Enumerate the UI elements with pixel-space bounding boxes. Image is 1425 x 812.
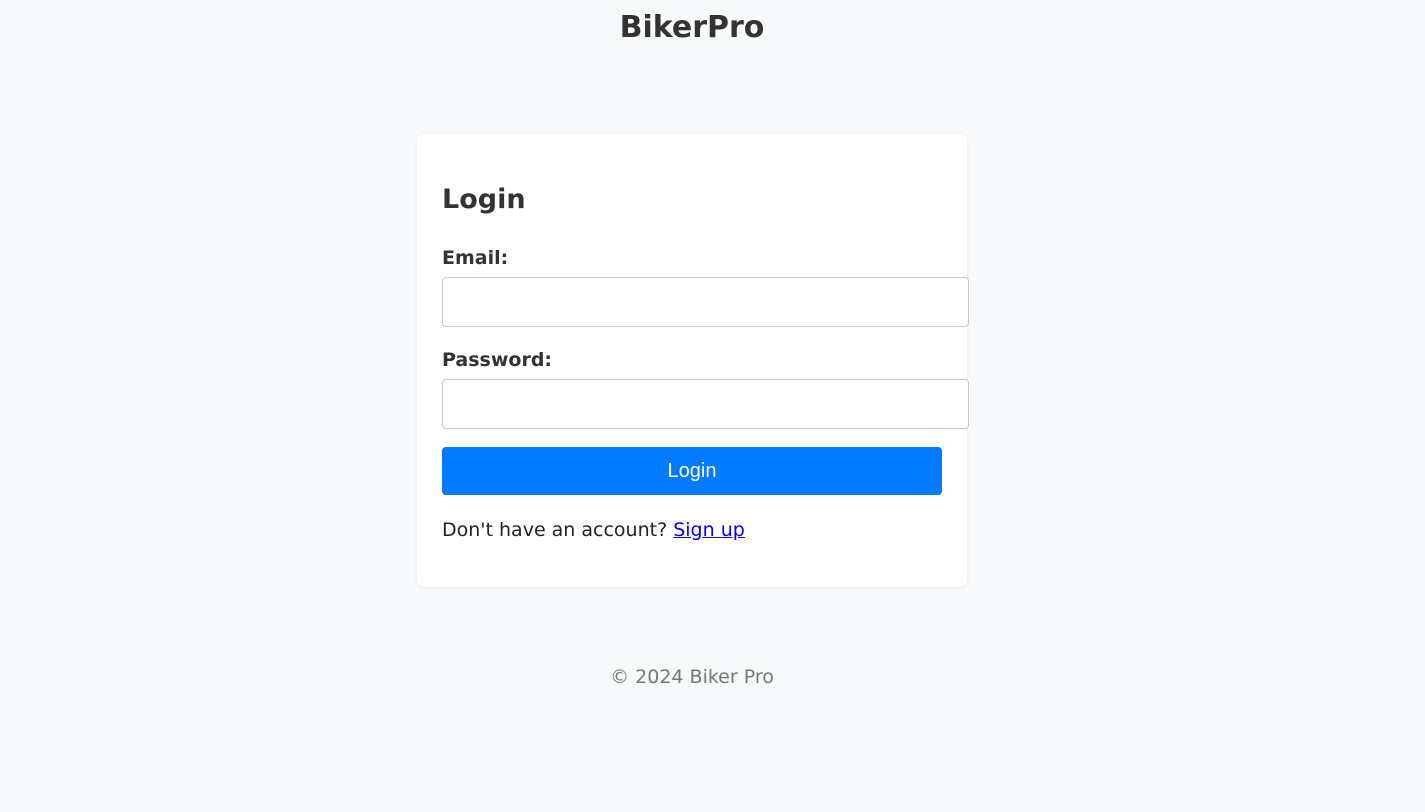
signup-link[interactable]: Sign up [673,519,745,541]
password-input[interactable] [442,379,969,429]
signup-row: Don't have an account? Sign up [442,516,745,544]
page: BikerPro Login Email: Password: Login Do… [0,0,1425,812]
footer-copyright: © 2024 Biker Pro [610,666,774,688]
login-card: Login Email: Password: Login Don't have … [417,134,969,587]
site-title: BikerPro [619,10,765,45]
email-input[interactable] [442,277,969,327]
login-button[interactable]: Login [442,447,942,495]
login-title: Login [442,184,526,215]
password-label: Password: [442,349,553,371]
email-label: Email: [442,247,509,269]
signup-prompt: Don't have an account? [442,519,668,541]
